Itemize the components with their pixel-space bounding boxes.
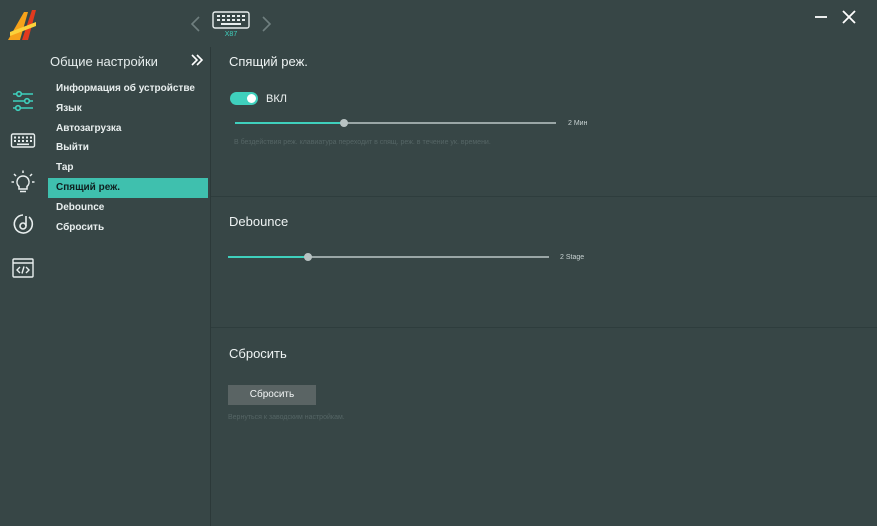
keyboard-icon[interactable] (10, 128, 36, 154)
code-icon[interactable] (10, 255, 36, 281)
slider-fill (228, 256, 309, 258)
app-logo-icon (6, 8, 40, 42)
menu-item-exit[interactable]: Выйти (48, 138, 208, 158)
sleep-toggle[interactable] (230, 92, 258, 105)
menu-item-device-info[interactable]: Информация об устройстве (48, 79, 208, 99)
menu-item-language[interactable]: Язык (48, 99, 208, 119)
slider-thumb[interactable] (304, 253, 313, 261)
sleep-section-title: Спящий реж. (229, 54, 308, 69)
sidebar-title: Общие настройки (50, 54, 158, 69)
reset-section-title: Сбросить (229, 346, 287, 361)
chevron-left-icon[interactable] (189, 15, 203, 33)
minimize-icon[interactable] (812, 8, 830, 26)
sleep-hint: В бездействия реж. клавиатура переходит … (234, 139, 491, 146)
section-divider (211, 196, 877, 197)
settings-menu: Информация об устройстве Язык Автозагруз… (48, 79, 208, 237)
menu-item-tap[interactable]: Тар (48, 158, 208, 178)
debounce-slider[interactable] (228, 253, 549, 261)
panel-divider (210, 47, 211, 526)
chevron-right-icon[interactable] (259, 15, 273, 33)
close-icon[interactable] (840, 8, 858, 26)
macro-icon[interactable] (10, 211, 36, 237)
slider-fill (235, 122, 345, 124)
sliders-icon[interactable] (10, 88, 36, 114)
menu-item-debounce[interactable]: Debounce (48, 198, 208, 218)
section-divider (211, 327, 877, 328)
sleep-toggle-label: ВКЛ (266, 93, 287, 105)
reset-hint: Вернуться к заводским настройкам. (228, 414, 345, 421)
menu-item-sleep-mode[interactable]: Спящий реж. (48, 177, 208, 198)
debounce-section-title: Debounce (229, 214, 289, 229)
device-model-label: X87 (224, 31, 238, 38)
toggle-knob (247, 94, 256, 103)
menu-item-autostart[interactable]: Автозагрузка (48, 119, 208, 139)
menu-item-reset[interactable]: Сбросить (48, 218, 208, 238)
debounce-value: 2 Stage (560, 254, 585, 261)
lightbulb-icon[interactable] (10, 169, 36, 195)
double-chevron-right-icon[interactable] (190, 53, 204, 67)
sleep-time-slider[interactable] (235, 119, 556, 127)
reset-button[interactable]: Сбросить (228, 385, 316, 405)
slider-thumb[interactable] (340, 119, 349, 127)
sleep-time-value: 2 Мин (568, 120, 588, 127)
